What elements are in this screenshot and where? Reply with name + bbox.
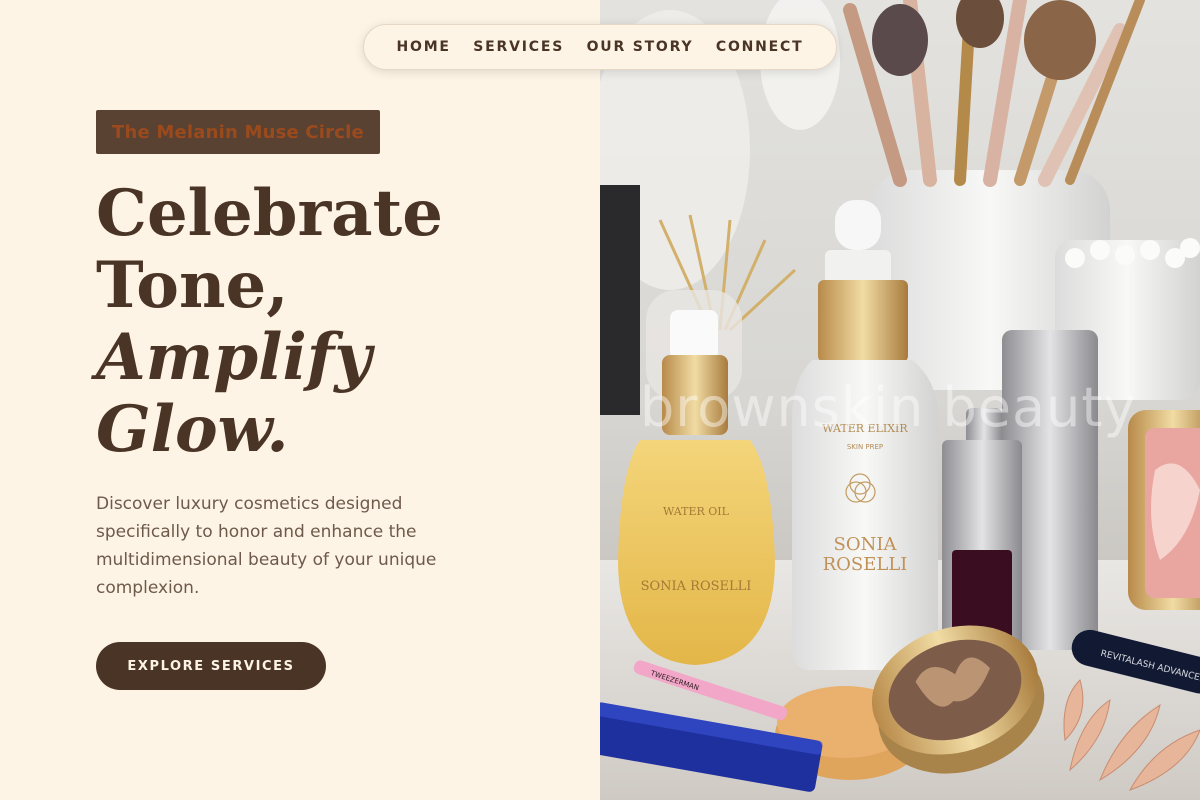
hero-description: Discover luxury cosmetics designed speci… [96, 494, 437, 598]
bottle-left-label: WATER OIL [663, 505, 730, 518]
hero-product-image: WATER OIL SONIA ROSELLI WATER ELIXIR SKI… [600, 0, 1200, 800]
brand-badge: The Melanin Muse Circle [96, 110, 380, 154]
bottle-center-brand-2: ROSELLI [823, 554, 908, 575]
headline-line-4: Glow. [96, 392, 289, 467]
headline-line-2: Tone, [96, 248, 289, 323]
image-watermark: brownskin beauty [640, 376, 1137, 439]
bottle-left-brand: SONIA ROSELLI [641, 579, 752, 594]
headline-line-3: Amplify [96, 320, 372, 395]
headline-line-1: Celebrate [96, 176, 443, 251]
brand-name: The Melanin Muse Circle [112, 121, 364, 143]
hero-section: The Melanin Muse Circle Celebrate Tone, … [0, 0, 600, 800]
main-nav: HOME SERVICES OUR STORY CONNECT [363, 24, 837, 70]
nav-our-story[interactable]: OUR STORY [587, 39, 694, 55]
explore-services-button[interactable]: EXPLORE SERVICES [96, 642, 326, 690]
hero-headline: Celebrate Tone, Amplify Glow. [96, 178, 576, 466]
nav-home[interactable]: HOME [396, 39, 450, 55]
nav-services[interactable]: SERVICES [473, 39, 564, 55]
bottle-center-brand-1: SONIA [834, 534, 898, 555]
nav-connect[interactable]: CONNECT [716, 39, 804, 55]
bottle-center-sublabel: SKIN PREP [847, 443, 883, 451]
